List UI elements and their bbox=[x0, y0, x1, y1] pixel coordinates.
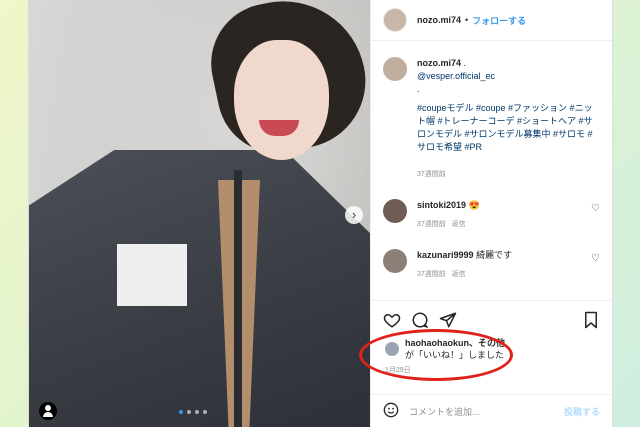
carousel-dot bbox=[203, 410, 207, 414]
action-bar: haohaohaokun、その他 が「いいね！」しました 1月29日 bbox=[359, 300, 612, 395]
caption: nozo.mi74 . @vesper.official_ec . #coupe… bbox=[383, 57, 600, 181]
bookmark-icon[interactable] bbox=[582, 311, 600, 329]
comment-text: 😍 bbox=[468, 200, 480, 210]
comment-username[interactable]: kazunari9999 bbox=[417, 250, 474, 260]
comment: sintoki2019 😍 37週間前 返信 ♡ bbox=[383, 199, 600, 231]
comment-time: 37週間前 bbox=[417, 221, 446, 228]
heart-icon[interactable]: ♡ bbox=[591, 203, 600, 214]
caption-mention[interactable]: @vesper.official_ec bbox=[417, 71, 495, 81]
highlight-ring bbox=[359, 329, 513, 381]
comment: kazunari9999 綺麗です 37週間前 返信 ♡ bbox=[383, 249, 600, 281]
instagram-post: › nozo.mi74 • フォローする nozo.mi74 . @vesper bbox=[28, 0, 613, 427]
share-icon[interactable] bbox=[439, 311, 457, 329]
avatar[interactable] bbox=[383, 57, 407, 81]
chevron-right-icon[interactable]: › bbox=[345, 206, 363, 224]
photo-face bbox=[234, 40, 329, 160]
comment-icon[interactable] bbox=[411, 311, 429, 329]
header-separator: • bbox=[465, 15, 469, 25]
avatar[interactable] bbox=[383, 199, 407, 223]
reply-button[interactable]: 返信 bbox=[452, 271, 466, 278]
post-photo[interactable]: › bbox=[29, 0, 370, 427]
carousel-dot bbox=[195, 410, 199, 414]
caption-time: 37週間前 bbox=[417, 171, 446, 178]
comment-input[interactable]: コメントを追加... bbox=[409, 405, 480, 418]
user-tag-icon[interactable] bbox=[39, 402, 57, 420]
comment-body: sintoki2019 😍 37週間前 返信 bbox=[417, 199, 591, 231]
header-username[interactable]: nozo.mi74 bbox=[417, 15, 461, 25]
comment-text: 綺麗です bbox=[476, 250, 513, 260]
photo-placket bbox=[234, 170, 242, 427]
photo-shirt bbox=[29, 150, 370, 427]
caption-dot: . bbox=[417, 84, 420, 94]
carousel-dot bbox=[179, 410, 183, 414]
comment-body: kazunari9999 綺麗です 37週間前 返信 bbox=[417, 249, 591, 281]
caption-body: nozo.mi74 . @vesper.official_ec . #coupe… bbox=[417, 57, 600, 181]
add-comment-bar: コメントを追加... 投稿する bbox=[371, 394, 612, 427]
caption-username[interactable]: nozo.mi74 bbox=[417, 58, 461, 68]
avatar[interactable] bbox=[383, 249, 407, 273]
comment-username[interactable]: sintoki2019 bbox=[417, 200, 466, 210]
caption-line1-suffix: . bbox=[461, 58, 467, 68]
heart-icon[interactable]: ♡ bbox=[591, 253, 600, 264]
carousel-dot bbox=[187, 410, 191, 414]
comments-section: nozo.mi74 . @vesper.official_ec . #coupe… bbox=[371, 41, 612, 281]
action-icons bbox=[371, 301, 612, 329]
heart-icon[interactable] bbox=[383, 311, 401, 329]
emoji-icon[interactable] bbox=[383, 402, 399, 420]
follow-button[interactable]: フォローする bbox=[472, 14, 526, 27]
post-sidebar: nozo.mi74 • フォローする nozo.mi74 . @vesper.o… bbox=[359, 0, 612, 427]
carousel-dots bbox=[179, 410, 207, 414]
caption-hashtags[interactable]: #coupeモデル #coupe #ファッション #ニット帽 #トレーナーコーデ… bbox=[417, 102, 600, 154]
avatar[interactable] bbox=[383, 8, 407, 32]
reply-button[interactable]: 返信 bbox=[452, 221, 466, 228]
post-comment-button[interactable]: 投稿する bbox=[564, 405, 600, 418]
post-header: nozo.mi74 • フォローする bbox=[371, 0, 612, 41]
comment-time: 37週間前 bbox=[417, 271, 446, 278]
photo-patch bbox=[117, 244, 187, 306]
